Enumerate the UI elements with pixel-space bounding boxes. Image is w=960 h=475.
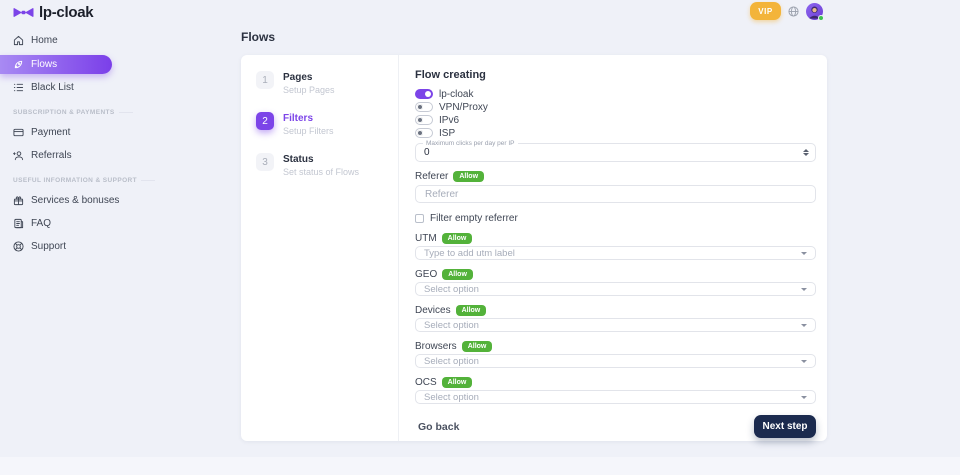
credit-card-icon: [13, 127, 24, 138]
sidebar-item-referrals[interactable]: Referrals: [0, 147, 112, 164]
main-content: Flows 1 Pages Setup Pages 2 Filters Setu…: [241, 30, 827, 441]
flow-creation-card: 1 Pages Setup Pages 2 Filters Setup Filt…: [241, 55, 827, 441]
sidebar-item-payment[interactable]: Payment: [0, 124, 112, 141]
filter-empty-referrer-row[interactable]: Filter empty referrer: [415, 213, 816, 224]
step-filters[interactable]: 2 Filters Setup Filters: [256, 112, 398, 136]
step-number: 1: [256, 71, 274, 89]
chevron-down-icon: [801, 288, 807, 291]
devices-allow-badge[interactable]: Allow: [456, 305, 487, 316]
filter-empty-referrer-checkbox[interactable]: [415, 214, 424, 223]
number-stepper[interactable]: [801, 149, 815, 156]
toggle-group: lp-cloak VPN/Proxy IPv6 ISP: [415, 89, 816, 138]
sidebar-item-home[interactable]: Home: [0, 32, 112, 49]
chevron-down-icon: [801, 324, 807, 327]
online-status-dot: [818, 15, 824, 21]
step-subtitle: Setup Filters: [283, 126, 334, 136]
browsers-select[interactable]: Select option: [415, 354, 816, 368]
vpn-proxy-toggle[interactable]: [415, 102, 433, 112]
devices-label-row: Devices Allow: [415, 305, 816, 315]
gift-icon: [13, 195, 24, 206]
geo-allow-badge[interactable]: Allow: [442, 269, 473, 280]
devices-label: Devices: [415, 305, 451, 316]
section-divider: [141, 180, 155, 181]
chevron-down-icon: [801, 252, 807, 255]
header-actions: VIP: [750, 2, 823, 20]
referer-label: Referer: [415, 171, 448, 182]
footer-strip: [0, 457, 960, 475]
max-clicks-field: Maximum clicks per day per IP: [415, 143, 816, 162]
sidebar-item-black-list[interactable]: Black List: [0, 79, 112, 96]
step-number: 3: [256, 153, 274, 171]
ocs-select[interactable]: Select option: [415, 390, 816, 404]
utm-select[interactable]: Type to add utm label: [415, 246, 816, 260]
form-title: Flow creating: [415, 69, 816, 81]
toggle-row-vpn-proxy: VPN/Proxy: [415, 102, 816, 112]
referer-allow-badge[interactable]: Allow: [453, 171, 484, 182]
utm-label: UTM: [415, 233, 437, 244]
form-footer: Go back Next step: [415, 415, 816, 438]
geo-label: GEO: [415, 269, 437, 280]
app-header: lp-cloak VIP: [0, 0, 960, 26]
sidebar-item-flows[interactable]: Flows: [0, 55, 112, 74]
ocs-allow-badge[interactable]: Allow: [442, 377, 473, 388]
avatar[interactable]: [806, 3, 823, 20]
geo-label-row: GEO Allow: [415, 269, 816, 279]
devices-select[interactable]: Select option: [415, 318, 816, 332]
step-number: 2: [256, 112, 274, 130]
lifebuoy-icon: [13, 241, 24, 252]
filter-empty-referrer-label: Filter empty referrer: [430, 213, 518, 224]
step-title: Status: [283, 153, 359, 165]
home-icon: [13, 35, 24, 46]
step-subtitle: Setup Pages: [283, 85, 335, 95]
logo-text: lp-cloak: [39, 4, 93, 21]
browsers-label-row: Browsers Allow: [415, 341, 816, 351]
sidebar-item-services-bonuses[interactable]: Services & bonuses: [0, 192, 112, 209]
ocs-label: OCS: [415, 377, 437, 388]
chevron-down-icon: [801, 396, 807, 399]
referral-user-icon: [13, 150, 24, 161]
referer-input[interactable]: [415, 185, 816, 203]
vip-button[interactable]: VIP: [750, 2, 781, 20]
list-icon: [13, 82, 24, 93]
toggle-row-isp: ISP: [415, 128, 816, 138]
browsers-label: Browsers: [415, 341, 457, 352]
section-divider: [119, 112, 133, 113]
filters-form: Flow creating lp-cloak VPN/Proxy IPv6 IS…: [399, 55, 827, 441]
browsers-allow-badge[interactable]: Allow: [462, 341, 493, 352]
go-back-button[interactable]: Go back: [415, 421, 459, 433]
utm-allow-badge[interactable]: Allow: [442, 233, 473, 244]
language-globe-icon[interactable]: [788, 6, 799, 17]
lp-cloak-toggle[interactable]: [415, 89, 433, 99]
page-title: Flows: [241, 30, 827, 44]
isp-toggle[interactable]: [415, 128, 433, 138]
referer-label-row: Referer Allow: [415, 171, 816, 181]
step-title: Filters: [283, 112, 334, 124]
step-subtitle: Set status of Flows: [283, 167, 359, 177]
ocs-label-row: OCS Allow: [415, 377, 816, 387]
max-clicks-input[interactable]: [416, 147, 801, 158]
utm-label-row: UTM Allow: [415, 233, 816, 243]
step-pages[interactable]: 1 Pages Setup Pages: [256, 71, 398, 95]
sidebar: Home Flows Black List SUBSCRIPTION & PAY…: [0, 32, 112, 261]
steps-panel: 1 Pages Setup Pages 2 Filters Setup Filt…: [241, 55, 399, 441]
sidebar-item-faq[interactable]: FAQ: [0, 215, 112, 232]
geo-select[interactable]: Select option: [415, 282, 816, 296]
ipv6-toggle[interactable]: [415, 115, 433, 125]
section-useful-information: USEFUL INFORMATION & SUPPORT: [0, 177, 112, 184]
chevron-down-icon: [801, 360, 807, 363]
step-status[interactable]: 3 Status Set status of Flows: [256, 153, 398, 177]
logo: lp-cloak: [13, 4, 93, 21]
toggle-row-ipv6: IPv6: [415, 115, 816, 125]
max-clicks-label: Maximum clicks per day per IP: [423, 140, 518, 147]
section-subscription-payments: SUBSCRIPTION & PAYMENTS: [0, 109, 112, 116]
sidebar-item-support[interactable]: Support: [0, 238, 112, 255]
faq-document-icon: [13, 218, 24, 229]
logo-mask-icon: [13, 6, 34, 19]
next-step-button[interactable]: Next step: [754, 415, 816, 438]
flows-rocket-icon: [13, 59, 24, 70]
toggle-row-lp-cloak: lp-cloak: [415, 89, 816, 99]
step-title: Pages: [283, 71, 335, 83]
